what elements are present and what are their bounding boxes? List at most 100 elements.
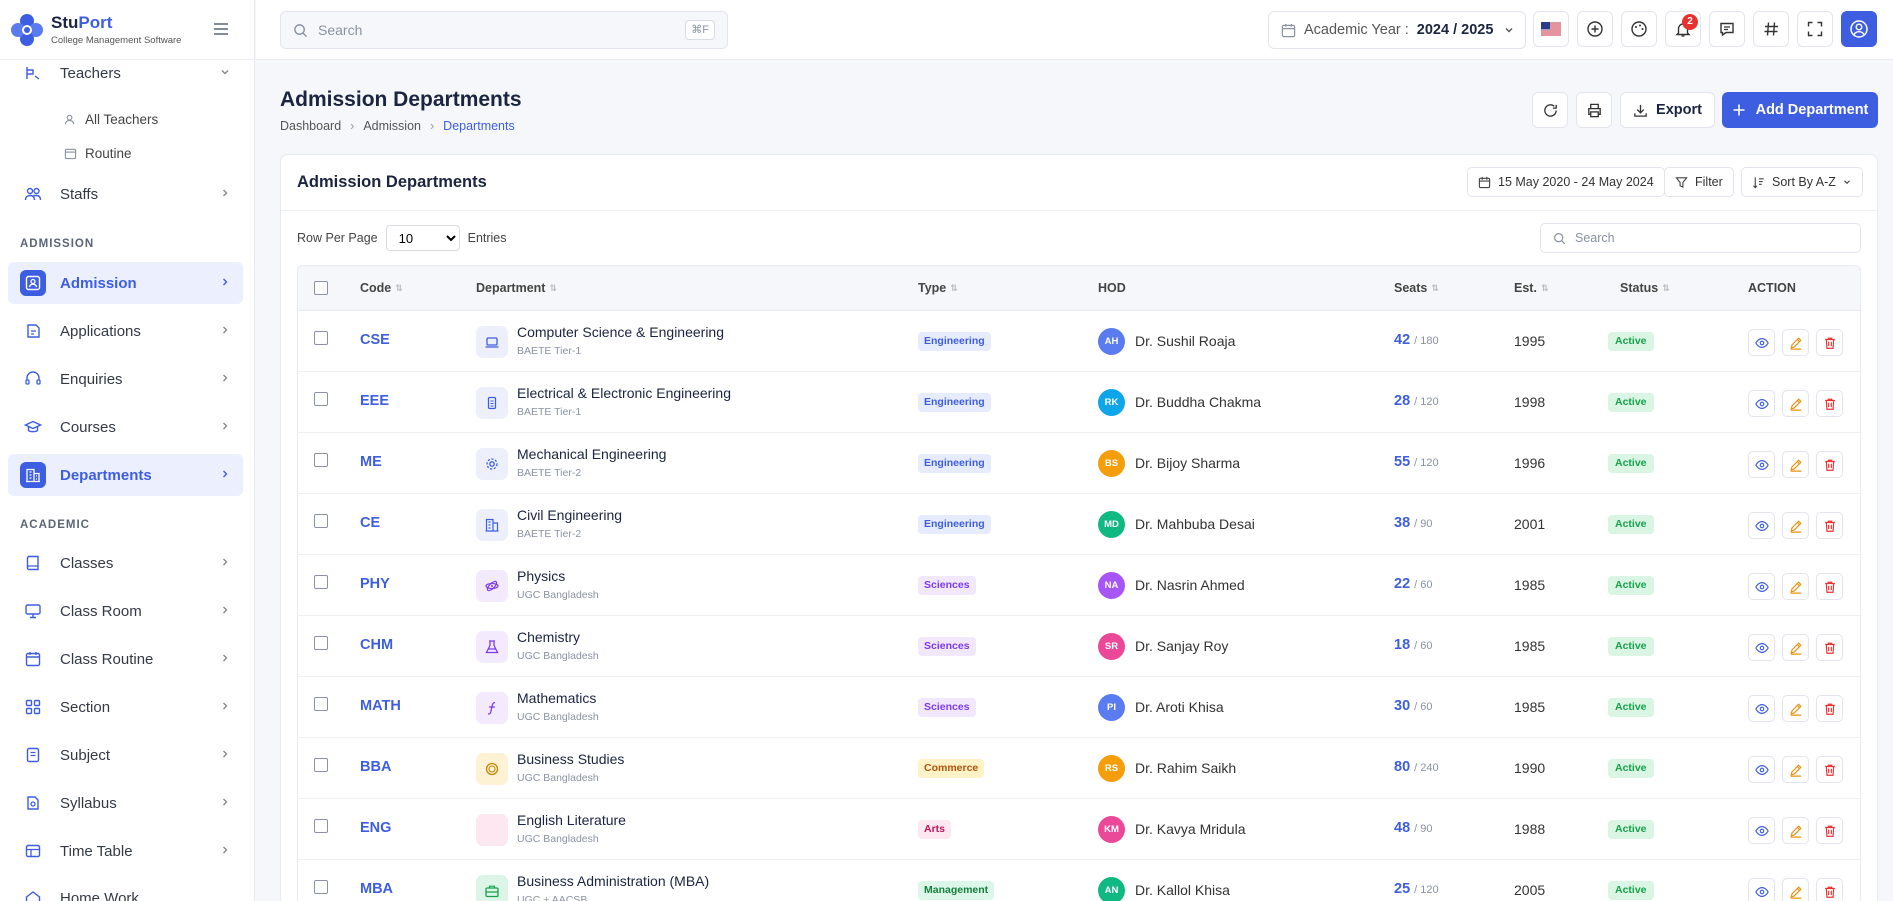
delete-button[interactable] — [1816, 878, 1843, 901]
department-code[interactable]: BBA — [360, 759, 391, 775]
delete-button[interactable] — [1816, 634, 1843, 661]
academic-year-select[interactable]: Academic Year : 2024 / 2025 — [1268, 11, 1526, 49]
row-checkbox[interactable] — [314, 575, 328, 589]
view-button[interactable] — [1748, 817, 1775, 844]
department-code[interactable]: CHM — [360, 637, 393, 653]
sidebar-item-enquiries[interactable]: Enquiries — [8, 358, 243, 400]
edit-button[interactable] — [1782, 573, 1809, 600]
profile-button[interactable] — [1841, 11, 1877, 47]
row-checkbox[interactable] — [314, 880, 328, 894]
edit-button[interactable] — [1782, 695, 1809, 722]
department-code[interactable]: CSE — [360, 332, 390, 348]
sort-dropdown[interactable]: Sort By A-Z — [1741, 167, 1863, 197]
sidebar-item-departments[interactable]: Departments — [8, 454, 243, 496]
delete-button[interactable] — [1816, 573, 1843, 600]
sidebar-item-class-room[interactable]: Class Room — [8, 590, 243, 632]
book-icon — [20, 550, 46, 576]
row-checkbox[interactable] — [314, 758, 328, 772]
notifications-button[interactable]: 2 — [1665, 11, 1701, 47]
sidebar-item-subject[interactable]: Subject — [8, 734, 243, 776]
column-header-est[interactable]: Est. ⇅ — [1514, 281, 1548, 295]
select-all-checkbox[interactable] — [314, 281, 328, 295]
edit-button[interactable] — [1782, 329, 1809, 356]
department-code[interactable]: MBA — [360, 881, 393, 897]
global-search-input[interactable]: Search ⌘F — [280, 11, 728, 49]
edit-button[interactable] — [1782, 634, 1809, 661]
sidebar-item-admission[interactable]: Admission — [8, 262, 243, 304]
department-code[interactable]: ENG — [360, 820, 391, 836]
edit-button[interactable] — [1782, 512, 1809, 539]
seats-count: 55 / 120 — [1394, 454, 1439, 470]
view-button[interactable] — [1748, 695, 1775, 722]
delete-button[interactable] — [1816, 329, 1843, 356]
department-code[interactable]: PHY — [360, 576, 390, 592]
view-button[interactable] — [1748, 756, 1775, 783]
edit-button[interactable] — [1782, 756, 1809, 783]
sidebar-item-teachers[interactable]: Teachers — [8, 52, 243, 94]
view-button[interactable] — [1748, 634, 1775, 661]
edit-button[interactable] — [1782, 390, 1809, 417]
user-avatar-icon — [1850, 20, 1868, 38]
column-header-status[interactable]: Status ⇅ — [1620, 281, 1670, 295]
delete-button[interactable] — [1816, 451, 1843, 478]
row-checkbox[interactable] — [314, 636, 328, 650]
sidebar-item-courses[interactable]: Courses — [8, 406, 243, 448]
row-checkbox[interactable] — [314, 514, 328, 528]
edit-button[interactable] — [1782, 817, 1809, 844]
view-button[interactable] — [1748, 451, 1775, 478]
delete-button[interactable] — [1816, 817, 1843, 844]
column-header-seats[interactable]: Seats ⇅ — [1394, 281, 1439, 295]
row-checkbox[interactable] — [314, 697, 328, 711]
view-button[interactable] — [1748, 878, 1775, 901]
delete-button[interactable] — [1816, 756, 1843, 783]
print-button[interactable] — [1576, 92, 1612, 128]
sidebar-item-classes[interactable]: Classes — [8, 542, 243, 584]
view-button[interactable] — [1748, 573, 1775, 600]
add-new-button[interactable] — [1577, 11, 1613, 47]
column-header-department[interactable]: Department ⇅ — [476, 281, 557, 295]
sidebar-item-class-routine[interactable]: Class Routine — [8, 638, 243, 680]
column-header-code[interactable]: Code ⇅ — [360, 281, 403, 295]
export-button[interactable]: Export — [1620, 92, 1715, 128]
department-code[interactable]: MATH — [360, 698, 401, 714]
row-checkbox[interactable] — [314, 453, 328, 467]
row-checkbox[interactable] — [314, 331, 328, 345]
table-search-input[interactable]: Search — [1540, 223, 1861, 253]
breadcrumb-admission[interactable]: Admission — [363, 119, 421, 133]
breadcrumb-dashboard[interactable]: Dashboard — [280, 119, 341, 133]
row-checkbox[interactable] — [314, 819, 328, 833]
column-header-type[interactable]: Type ⇅ — [918, 281, 958, 295]
status-badge: Active — [1608, 698, 1654, 717]
department-code[interactable]: ME — [360, 454, 382, 470]
delete-button[interactable] — [1816, 512, 1843, 539]
hash-button[interactable] — [1753, 11, 1789, 47]
sidebar-item-home-work[interactable]: Home Work — [8, 877, 243, 901]
sidebar-item-section[interactable]: Section — [8, 686, 243, 728]
fullscreen-button[interactable] — [1797, 11, 1833, 47]
view-button[interactable] — [1748, 329, 1775, 356]
edit-button[interactable] — [1782, 451, 1809, 478]
theme-button[interactable] — [1621, 11, 1657, 47]
sidebar-item-time-table[interactable]: Time Table — [8, 830, 243, 872]
delete-button[interactable] — [1816, 695, 1843, 722]
filter-button[interactable]: Filter — [1664, 167, 1734, 197]
edit-button[interactable] — [1782, 878, 1809, 901]
sidebar-subitem-all-teachers[interactable]: All Teachers — [64, 112, 158, 127]
rows-per-page-select[interactable]: 10 — [385, 225, 460, 251]
view-button[interactable] — [1748, 390, 1775, 417]
language-button[interactable] — [1533, 11, 1569, 47]
sidebar-item-staffs[interactable]: Staffs — [8, 173, 243, 215]
date-range-picker[interactable]: 15 May 2020 - 24 May 2024 — [1467, 167, 1665, 197]
menu-toggle-icon[interactable] — [212, 20, 230, 38]
row-checkbox[interactable] — [314, 392, 328, 406]
sidebar-item-applications[interactable]: Applications — [8, 310, 243, 352]
refresh-button[interactable] — [1532, 92, 1568, 128]
sidebar-item-syllabus[interactable]: Syllabus — [8, 782, 243, 824]
add-department-button[interactable]: Add Department — [1722, 92, 1878, 128]
sidebar-subitem-routine[interactable]: Routine — [64, 146, 132, 161]
department-code[interactable]: CE — [360, 515, 380, 531]
view-button[interactable] — [1748, 512, 1775, 539]
department-code[interactable]: EEE — [360, 393, 389, 409]
messages-button[interactable] — [1709, 11, 1745, 47]
delete-button[interactable] — [1816, 390, 1843, 417]
